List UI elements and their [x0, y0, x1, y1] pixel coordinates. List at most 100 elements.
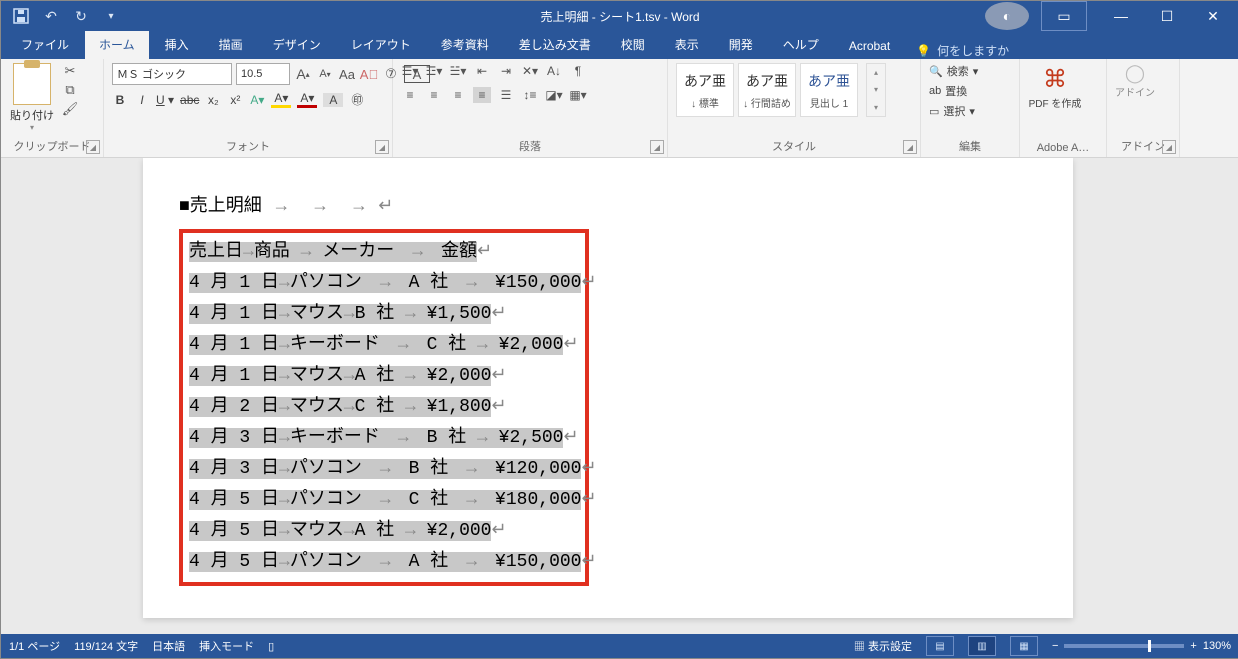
tab-デザイン[interactable]: デザイン — [259, 30, 335, 59]
display-settings[interactable]: ▦ 表示設定 — [854, 638, 912, 654]
italic-button[interactable]: I — [134, 93, 150, 107]
zoom-control[interactable]: − + 130% — [1052, 640, 1231, 652]
select-button[interactable]: ▭選択 ▾ — [929, 103, 978, 119]
multilevel-icon[interactable]: ☱▾ — [449, 63, 467, 79]
char-shading-icon[interactable]: A — [323, 93, 343, 107]
strike-button[interactable]: abc — [180, 93, 199, 107]
sort-icon[interactable]: A↓ — [545, 63, 563, 79]
table-header: 売上日→商品 → メーカー → 金額↵ — [189, 237, 579, 268]
copy-icon[interactable]: ⧉ — [61, 82, 79, 98]
font-dialog-launcher[interactable]: ◢ — [375, 140, 389, 154]
asian-layout-icon[interactable]: ✕▾ — [521, 63, 539, 79]
replace-button[interactable]: ab置換 — [929, 83, 978, 99]
status-page[interactable]: 1/1 ページ — [9, 638, 60, 654]
zoom-level[interactable]: 130% — [1203, 640, 1231, 652]
minimize-button[interactable]: — — [1099, 2, 1143, 30]
create-pdf-button[interactable]: ⌘ PDF を作成 — [1028, 63, 1082, 110]
zoom-slider[interactable] — [1064, 644, 1184, 648]
zoom-out-icon[interactable]: − — [1052, 640, 1058, 652]
zoom-in-icon[interactable]: + — [1190, 640, 1196, 652]
indent-inc-icon[interactable]: ⇥ — [497, 63, 515, 79]
maximize-button[interactable]: ☐ — [1145, 2, 1189, 30]
tab-レイアウト[interactable]: レイアウト — [337, 30, 425, 59]
ribbon-display-options-icon[interactable]: ▭ — [1041, 1, 1087, 31]
group-font: ＭＳ ゴシック 10.5 A▴ A▾ Aa A⃠ ⑦ A B I U ▾ abc… — [104, 59, 393, 157]
style-↓ 標準[interactable]: あア亜↓ 標準 — [676, 63, 734, 117]
shrink-font-icon[interactable]: A▾ — [316, 66, 334, 82]
table-row: 4 月 1 日→キーボード → C 社 → ¥2,000↵ — [189, 330, 579, 361]
find-button[interactable]: 🔍検索 ▾ — [929, 63, 978, 79]
status-words[interactable]: 119/124 文字 — [74, 638, 138, 654]
line-spacing-icon[interactable]: ↕≡ — [521, 87, 539, 103]
font-name-select[interactable]: ＭＳ ゴシック — [112, 63, 232, 85]
read-mode-icon[interactable]: ▤ — [926, 636, 954, 656]
print-layout-icon[interactable]: ▥ — [968, 636, 996, 656]
paragraph-dialog-launcher[interactable]: ◢ — [650, 140, 664, 154]
close-button[interactable]: ✕ — [1191, 2, 1235, 30]
align-center-icon[interactable]: ≡ — [425, 87, 443, 103]
align-right-icon[interactable]: ≡ — [449, 87, 467, 103]
tab-ヘルプ[interactable]: ヘルプ — [769, 30, 833, 59]
addin-icon: ◯ — [1125, 63, 1145, 84]
tab-ファイル[interactable]: ファイル — [7, 30, 83, 59]
numbering-icon[interactable]: ☲▾ — [425, 63, 443, 79]
tab-描画[interactable]: 描画 — [205, 30, 257, 59]
addin-button[interactable]: ◯ アドイン — [1115, 63, 1155, 99]
tab-ホーム[interactable]: ホーム — [85, 30, 149, 59]
font-color-icon[interactable]: A▾ — [297, 91, 317, 108]
tab-挿入[interactable]: 挿入 — [151, 30, 203, 59]
shading-icon[interactable]: ◪▾ — [545, 87, 563, 103]
tab-差し込み文書[interactable]: 差し込み文書 — [505, 30, 605, 59]
cut-icon[interactable]: ✂ — [61, 63, 79, 79]
user-avatar-icon[interactable]: ◐ — [985, 2, 1029, 30]
tab-Acrobat[interactable]: Acrobat — [835, 33, 904, 59]
font-size-select[interactable]: 10.5 — [236, 63, 290, 85]
addin-dialog-launcher[interactable]: ◢ — [1162, 140, 1176, 154]
web-layout-icon[interactable]: ▦ — [1010, 636, 1038, 656]
qat-more-icon[interactable]: ▾ — [99, 4, 123, 28]
tab-参考資料[interactable]: 参考資料 — [427, 30, 503, 59]
superscript-button[interactable]: x² — [227, 93, 243, 107]
show-marks-icon[interactable]: ¶ — [569, 63, 587, 79]
bullets-icon[interactable]: ☰▾ — [401, 63, 419, 79]
bold-button[interactable]: B — [112, 93, 128, 107]
group-addin: ◯ アドイン アドイン ◢ — [1107, 59, 1180, 157]
text-effects-icon[interactable]: A▾ — [249, 93, 265, 107]
undo-icon[interactable]: ↶ — [39, 4, 63, 28]
group-paragraph-label: 段落 — [401, 136, 659, 157]
redo-icon[interactable]: ↻ — [69, 4, 93, 28]
borders-icon[interactable]: ▦▾ — [569, 87, 587, 103]
tab-表示[interactable]: 表示 — [661, 30, 713, 59]
status-mode[interactable]: 挿入モード — [199, 638, 254, 654]
highlight-icon[interactable]: A▾ — [271, 91, 291, 108]
underline-button[interactable]: U ▾ — [156, 93, 174, 107]
table-row: 4 月 2 日→マウス→C 社 → ¥1,800↵ — [189, 392, 579, 423]
table-row: 4 月 3 日→パソコン → B 社 → ¥120,000↵ — [189, 454, 579, 485]
group-clipboard-label: クリップボード — [9, 136, 95, 157]
tell-me[interactable]: 💡何をしますか — [916, 42, 1009, 59]
group-styles: あア亜↓ 標準あア亜↓ 行間詰めあア亜見出し 1 ▴▾▾ スタイル ◢ — [668, 59, 921, 157]
style-見出し 1[interactable]: あア亜見出し 1 — [800, 63, 858, 117]
indent-dec-icon[interactable]: ⇤ — [473, 63, 491, 79]
save-icon[interactable] — [9, 4, 33, 28]
clear-format-icon[interactable]: A⃠ — [360, 66, 378, 82]
align-left-icon[interactable]: ≡ — [401, 87, 419, 103]
macro-record-icon[interactable]: ▯ — [268, 640, 274, 653]
styles-dialog-launcher[interactable]: ◢ — [903, 140, 917, 154]
format-painter-icon[interactable]: 🖌 — [61, 101, 79, 117]
document-area[interactable]: ■売上明細→→→↵ 売上日→商品 → メーカー → 金額↵4 月 1 日→パソコ… — [1, 158, 1238, 634]
subscript-button[interactable]: x₂ — [205, 93, 221, 107]
tab-校閲[interactable]: 校閲 — [607, 30, 659, 59]
tab-開発[interactable]: 開発 — [715, 30, 767, 59]
style-↓ 行間詰め[interactable]: あア亜↓ 行間詰め — [738, 63, 796, 117]
distributed-icon[interactable]: ☰ — [497, 87, 515, 103]
status-language[interactable]: 日本語 — [152, 638, 185, 654]
clipboard-dialog-launcher[interactable]: ◢ — [86, 140, 100, 154]
styles-gallery-more[interactable]: ▴▾▾ — [866, 63, 886, 117]
paste-label: 貼り付け — [10, 107, 54, 123]
enclose-char-icon[interactable]: ㊞ — [349, 91, 365, 108]
paste-button[interactable]: 貼り付け ▾ — [9, 63, 55, 132]
grow-font-icon[interactable]: A▴ — [294, 66, 312, 82]
align-justify-icon[interactable]: ≡ — [473, 87, 491, 103]
change-case-icon[interactable]: Aa — [338, 66, 356, 82]
